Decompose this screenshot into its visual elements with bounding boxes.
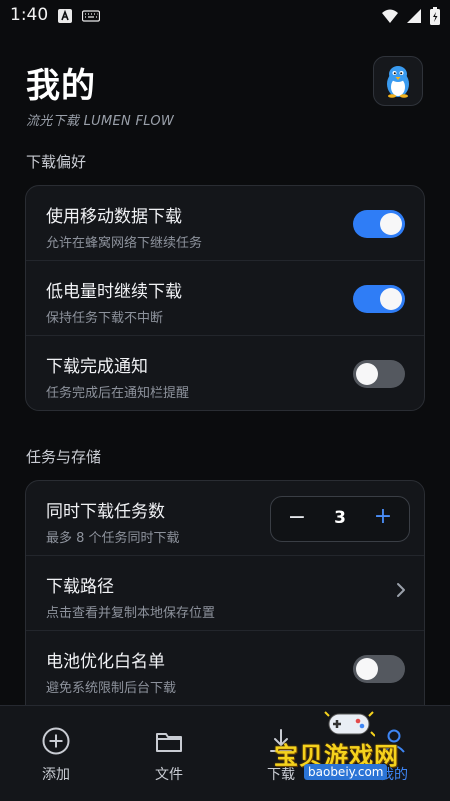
signal-icon [407,9,421,23]
nav-label: 添加 [42,767,70,783]
toggle-knob [356,363,378,385]
avatar-button[interactable] [373,56,423,106]
stepper-value: 3 [334,508,346,528]
folder-icon [156,733,182,752]
nav-item-files[interactable]: 文件 [124,726,214,784]
completion-notify-row[interactable]: 下载完成通知 任务完成后在通知栏提醒 [26,336,424,410]
mobile-data-row[interactable]: 使用移动数据下载 允许在蜂窝网络下继续任务 [26,186,424,261]
keyboard-icon [82,10,100,22]
status-bar: 1:40 [0,0,450,32]
row-subtitle: 任务完成后在通知栏提醒 [46,386,190,401]
status-time: 1:40 [10,5,49,25]
gamepad-icon [324,711,375,737]
decrement-button[interactable]: − [285,505,309,530]
row-title: 下载完成通知 [46,357,148,377]
row-title: 使用移动数据下载 [46,207,182,227]
page-subtitle: 流光下载 LUMEN FLOW [26,114,175,129]
row-subtitle: 保持任务下载不中断 [46,311,164,326]
completion-notify-toggle[interactable] [353,360,405,388]
penguin-icon [387,66,409,98]
battery-icon [430,7,440,25]
toggle-knob [380,288,402,310]
row-title: 电池优化白名单 [46,652,165,672]
tasks-storage-card: 同时下载任务数 最多 8 个任务同时下载 − 3 + 下载路径 点击查看并复制本… [25,480,425,708]
row-title: 下载路径 [46,577,114,597]
section-title-tasks-storage: 任务与存储 [26,448,102,466]
section-title-download-prefs: 下载偏好 [26,153,87,171]
download-prefs-card: 使用移动数据下载 允许在蜂窝网络下继续任务 低电量时继续下载 保持任务下载不中断… [25,185,425,411]
watermark-url: baobeiy.com [304,764,388,780]
battery-whitelist-row[interactable]: 电池优化白名单 避免系统限制后台下载 [26,631,424,705]
chevron-right-icon [397,583,405,597]
watermark: 宝贝游戏网 baobeiy.com [268,708,438,788]
plus-circle-icon [42,727,70,755]
mobile-data-toggle[interactable] [353,210,405,238]
row-subtitle: 允许在蜂窝网络下继续任务 [46,236,203,251]
nav-label: 文件 [155,767,183,783]
row-subtitle: 最多 8 个任务同时下载 [46,531,180,546]
increment-button[interactable]: + [371,504,395,529]
page-title: 我的 [26,66,96,106]
row-subtitle: 点击查看并复制本地保存位置 [46,606,216,621]
battery-whitelist-toggle[interactable] [353,655,405,683]
row-title: 同时下载任务数 [46,502,165,522]
toggle-knob [356,658,378,680]
nav-item-add[interactable]: 添加 [11,726,101,784]
wifi-icon [382,9,398,23]
download-path-row[interactable]: 下载路径 点击查看并复制本地保存位置 [26,556,424,631]
toggle-knob [380,213,402,235]
concurrent-tasks-stepper: − 3 + [270,496,410,542]
app-a-icon [58,9,72,23]
low-battery-toggle[interactable] [353,285,405,313]
row-title: 低电量时继续下载 [46,282,182,302]
low-battery-row[interactable]: 低电量时继续下载 保持任务下载不中断 [26,261,424,336]
concurrent-tasks-row: 同时下载任务数 最多 8 个任务同时下载 − 3 + [26,481,424,556]
row-subtitle: 避免系统限制后台下载 [46,681,177,696]
